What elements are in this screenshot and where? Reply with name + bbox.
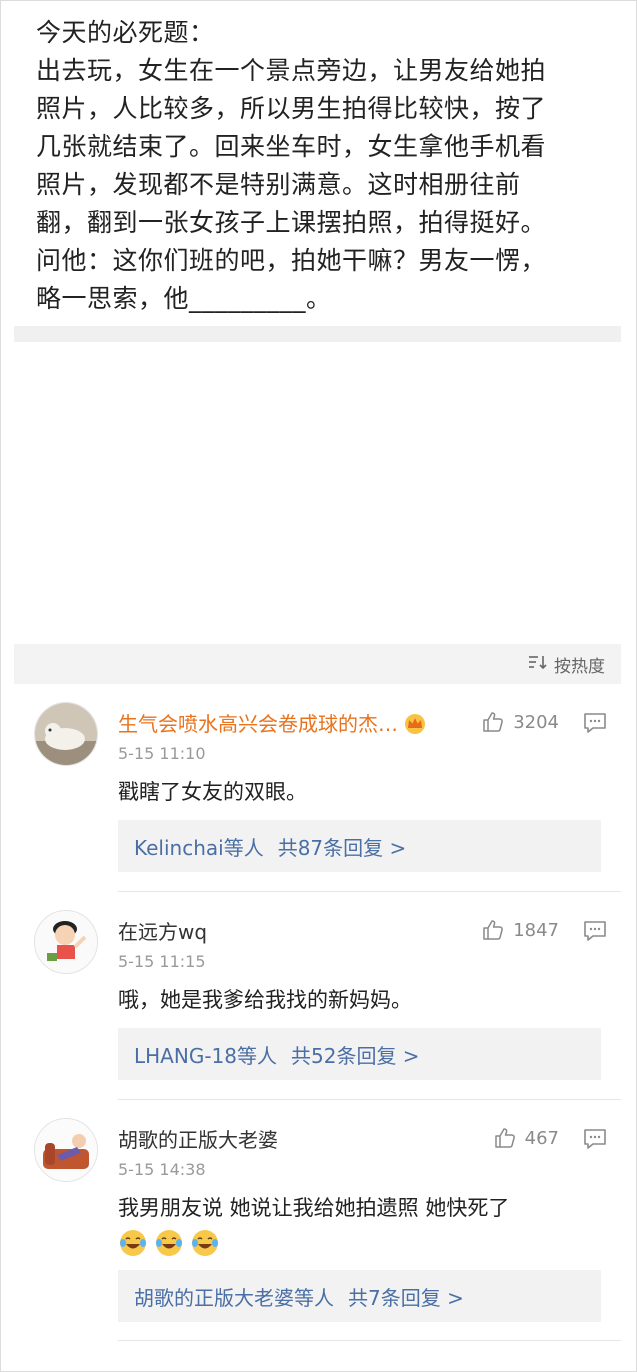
username[interactable]: 生气会喷水高兴会卷成球的杰… xyxy=(118,708,426,737)
laugh-cry-emoji xyxy=(192,1230,218,1256)
post-separator xyxy=(14,326,621,342)
post-line: 翻，翻到一张女孩子上课摆拍照，拍得挺好。 xyxy=(36,208,547,237)
post-line: 几张就结束了。回来坐车时，女生拿他手机看 xyxy=(36,132,547,161)
post-line: 照片，人比较多，所以男生拍得比较快，按了 xyxy=(36,94,547,123)
thumbs-up-icon xyxy=(494,1128,515,1148)
post-line: 略一思索，他_________。 xyxy=(36,284,332,313)
comment-time: 5-15 11:15 xyxy=(118,952,206,971)
comment-sort-bar: 按热度 xyxy=(14,644,621,684)
replies-users: Kelinchai等人 xyxy=(134,835,264,860)
replies-users: 胡歌的正版大老婆等人 xyxy=(134,1285,334,1310)
like-count: 1847 xyxy=(513,919,559,941)
replies-link[interactable]: LHANG-18等人 共52条回复 > xyxy=(118,1028,601,1080)
laugh-cry-emoji xyxy=(120,1230,146,1256)
replies-count: 共87条回复 > xyxy=(277,835,407,860)
avatar[interactable] xyxy=(34,910,98,974)
comment-text: 戳瞎了女友的双眼。 xyxy=(118,780,307,804)
like-button[interactable]: 1847 xyxy=(481,918,559,942)
post-body: 今天的必死题： 出去玩，女生在一个景点旁边，让男友给她拍 照片，人比较多，所以男… xyxy=(36,14,611,318)
username[interactable]: 胡歌的正版大老婆 xyxy=(118,1124,278,1153)
reply-icon[interactable] xyxy=(583,712,607,738)
post-line: 问他：这你们班的吧，拍她干嘛？男友一愣， xyxy=(36,246,547,275)
sort-label: 按热度 xyxy=(554,656,605,677)
username-text[interactable]: 生气会喷水高兴会卷成球的杰… xyxy=(118,712,398,736)
avatar[interactable] xyxy=(34,1118,98,1182)
replies-link[interactable]: Kelinchai等人 共87条回复 > xyxy=(118,820,601,872)
comment-text: 哦，她是我爹给我找的新妈妈。 xyxy=(118,988,412,1012)
comment-time: 5-15 11:10 xyxy=(118,744,206,763)
comment-divider xyxy=(118,1340,621,1341)
like-button[interactable]: 467 xyxy=(493,1126,559,1150)
replies-link[interactable]: 胡歌的正版大老婆等人 共7条回复 > xyxy=(118,1270,601,1322)
sort-by-hot-button[interactable]: 按热度 xyxy=(528,652,605,677)
like-count: 467 xyxy=(524,1127,559,1149)
reply-icon[interactable] xyxy=(583,920,607,946)
comment-divider xyxy=(118,1099,621,1100)
comment-text: 我男朋友说 她说让我给她拍遗照 她快死了 xyxy=(118,1196,510,1220)
crown-icon xyxy=(404,714,426,734)
thumbs-up-icon xyxy=(483,920,504,940)
comment-divider xyxy=(118,891,621,892)
avatar[interactable] xyxy=(34,702,98,766)
username[interactable]: 在远方wq xyxy=(118,916,207,945)
replies-count: 共7条回复 > xyxy=(348,1285,464,1310)
post-line: 照片，发现都不是特别满意。这时相册往前 xyxy=(36,170,521,199)
replies-count: 共52条回复 > xyxy=(291,1043,420,1068)
comment-item: 在远方wq 1847 5-15 11:15 哦，她是我爹给我找的新妈妈。 LHA… xyxy=(14,910,621,1100)
like-count: 3204 xyxy=(513,711,559,733)
thumbs-up-icon xyxy=(483,712,504,732)
comment-time: 5-15 14:38 xyxy=(118,1160,206,1179)
laugh-cry-emoji xyxy=(156,1230,182,1256)
comment-item: 生气会喷水高兴会卷成球的杰… 3204 5-15 11:10 戳瞎了女友的双眼。… xyxy=(14,702,621,892)
post-line: 今天的必死题： xyxy=(36,18,215,47)
reply-icon[interactable] xyxy=(583,1128,607,1154)
replies-users: LHANG-18等人 xyxy=(134,1043,277,1068)
emoji-row xyxy=(118,1228,220,1258)
comment-item: 胡歌的正版大老婆 467 5-15 14:38 我男朋友说 她说让我给她拍遗照 … xyxy=(14,1118,621,1350)
sort-icon xyxy=(528,654,548,674)
like-button[interactable]: 3204 xyxy=(481,710,559,734)
post-line: 出去玩，女生在一个景点旁边，让男友给她拍 xyxy=(36,56,547,85)
